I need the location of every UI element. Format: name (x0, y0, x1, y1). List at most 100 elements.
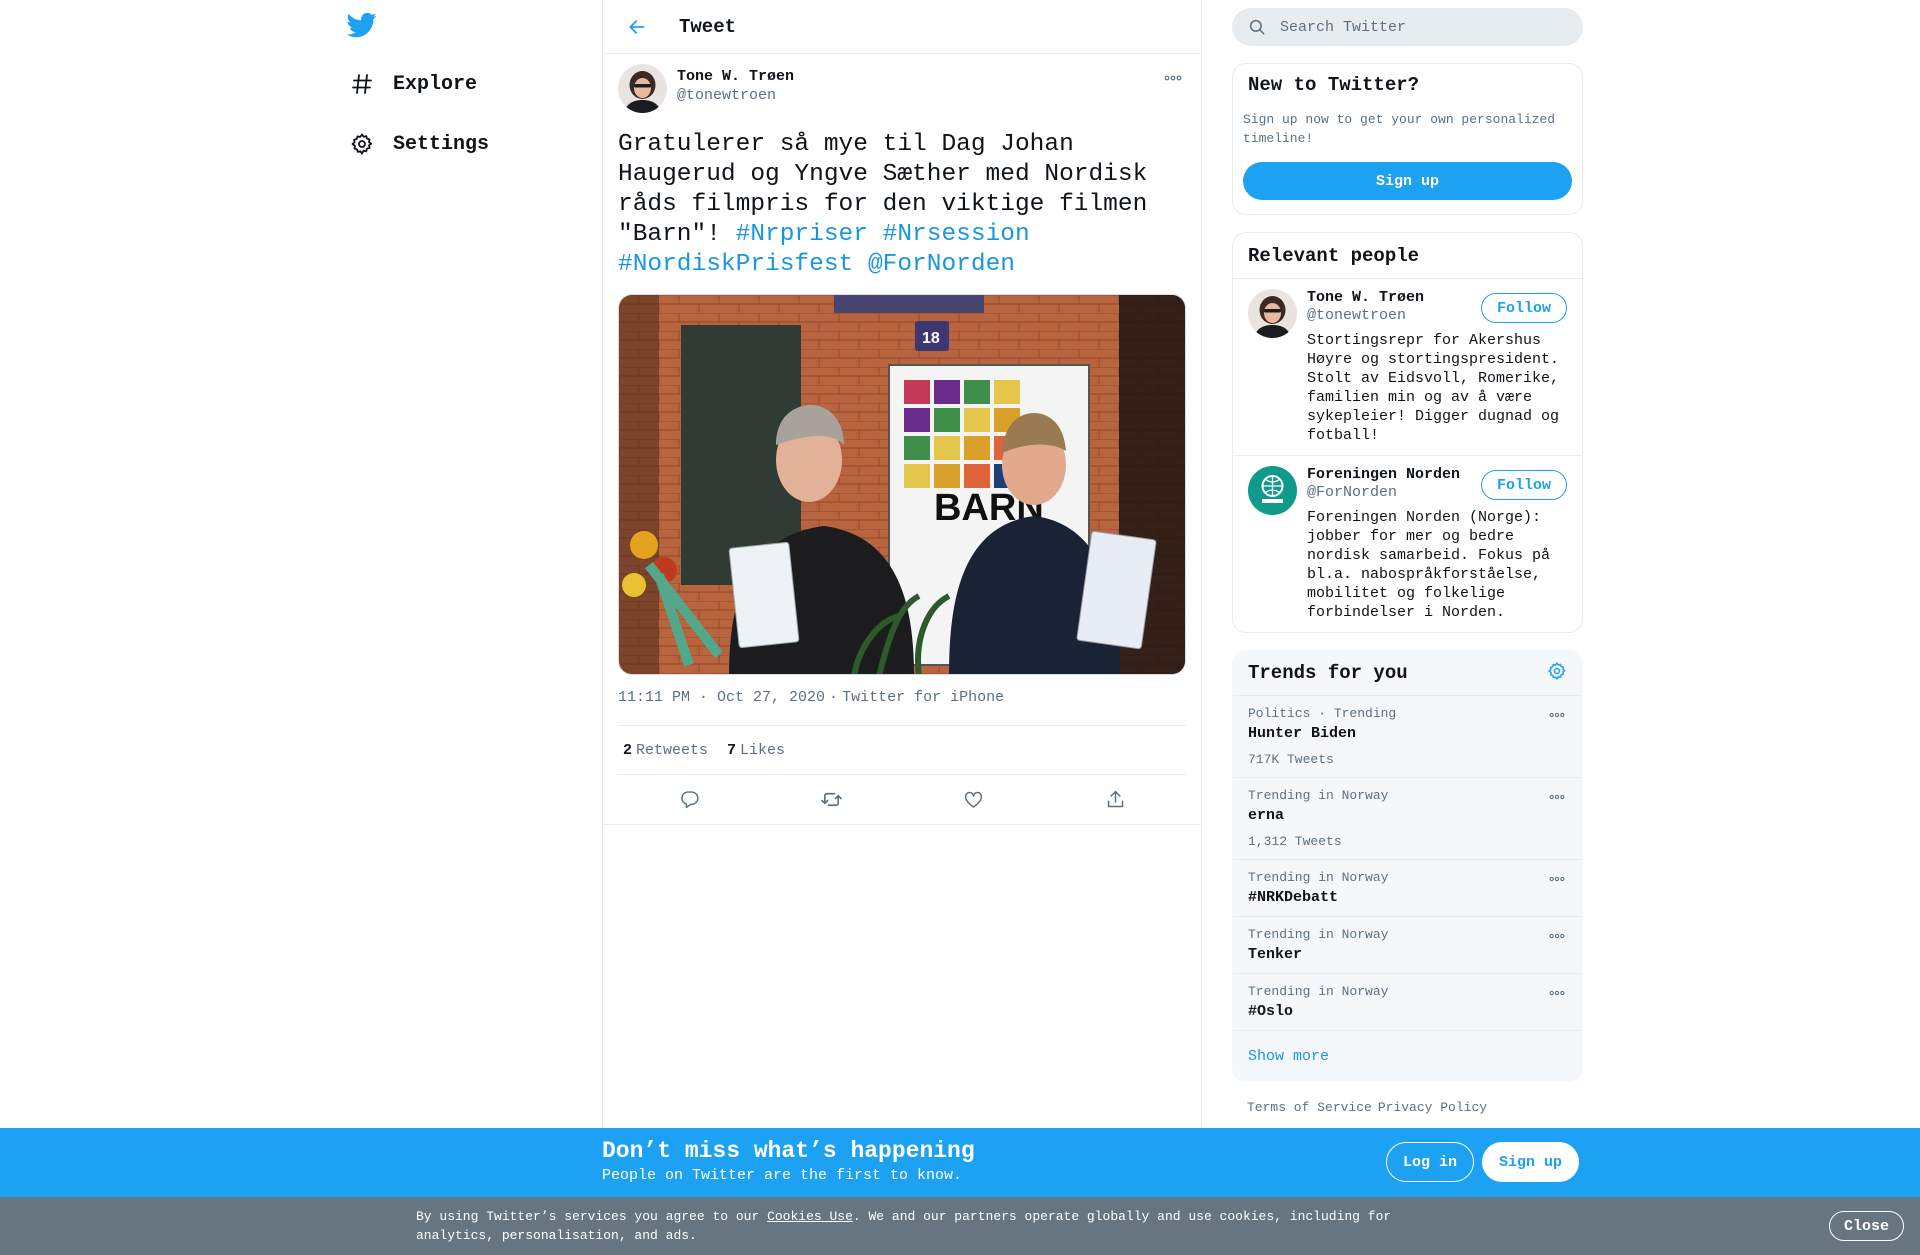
retweets-stat[interactable]: 2 Retweets (623, 742, 708, 759)
arrow-left-icon (629, 19, 645, 34)
search-box[interactable] (1232, 8, 1583, 46)
new-to-twitter-text: Sign up now to get your own personalized… (1243, 112, 1556, 146)
follow-button[interactable]: Follow (1480, 470, 1567, 500)
gear-icon[interactable] (1547, 661, 1567, 686)
house-number: 18 (922, 330, 940, 347)
gear-icon (347, 129, 377, 159)
trend-context: Trending in Norway (1248, 984, 1389, 999)
hashtag-link[interactable]: #NordiskPrisfest (618, 251, 853, 278)
trend-item[interactable]: Trending in Norway #NRKDebatt (1233, 860, 1582, 917)
hashtag-icon (347, 69, 377, 99)
search-input[interactable] (1280, 18, 1540, 36)
retweet-button[interactable] (814, 783, 848, 817)
like-icon (964, 791, 982, 808)
tweet-author: Tone W. Trøen @tonewtroen (618, 64, 1186, 116)
tweet-actions (603, 775, 1201, 825)
nav-settings[interactable]: Settings (347, 124, 489, 164)
cookie-close-button[interactable]: Close (1829, 1211, 1905, 1241)
signup-button[interactable]: Sign up (1243, 162, 1572, 200)
tweet-more-button[interactable] (1160, 68, 1186, 88)
more-dots-icon[interactable] (1547, 929, 1567, 943)
hashtag-link[interactable]: #Nrpriser (736, 221, 868, 248)
banner-signup-button[interactable]: Sign up (1482, 1142, 1580, 1182)
trend-count: 717K Tweets (1248, 752, 1334, 767)
mention-link[interactable]: @ForNorden (868, 251, 1015, 278)
tweet-source[interactable]: Twitter for iPhone (842, 689, 1004, 706)
privacy-link[interactable]: Privacy Policy (1378, 1100, 1487, 1115)
hashtag-link[interactable]: #Nrsession (883, 221, 1030, 248)
trend-name: Hunter Biden (1248, 725, 1357, 742)
cookie-text-before: By using Twitter’s services you agree to… (416, 1209, 768, 1224)
poster-tile (904, 436, 930, 460)
poster-tile (964, 464, 990, 488)
trend-context: Trending in Norway (1248, 870, 1389, 885)
trend-context: Trending in Norway (1248, 788, 1389, 803)
share-button[interactable] (1098, 783, 1132, 817)
trend-item[interactable]: Trending in Norway erna 1,312 Tweets (1233, 778, 1582, 860)
page: Explore Settings Tweet Tone W. Trøen @to… (0, 0, 1920, 1255)
relevant-person[interactable]: Foreningen Norden @ForNorden Foreningen … (1233, 456, 1582, 632)
poster-tile (904, 464, 930, 488)
person-avatar[interactable] (1248, 466, 1297, 515)
follow-button[interactable]: Follow (1480, 293, 1567, 323)
footer-links: Terms of Service Privacy Policy (1232, 1100, 1583, 1115)
trends-card: Trends for you Politics · Trending Hunte… (1232, 650, 1583, 1082)
person-bio: Stortingsrepr for Akershus Høyre og stor… (1307, 332, 1560, 444)
banner-subtitle: People on Twitter are the first to know. (602, 1167, 963, 1184)
trend-item[interactable]: Trending in Norway #Oslo (1233, 974, 1582, 1031)
author-handle[interactable]: @tonewtroen (677, 87, 794, 104)
terms-link[interactable]: Terms of Service (1247, 1100, 1372, 1115)
relevant-person[interactable]: Tone W. Trøen @tonewtroen Stortingsrepr … (1233, 279, 1582, 456)
trend-item[interactable]: Trending in Norway Tenker (1233, 917, 1582, 974)
relevant-people-card: Relevant people Tone W. Trøen @tonewtroe… (1232, 232, 1583, 633)
trends-title: Trends for you (1248, 662, 1408, 684)
more-dots-icon[interactable] (1547, 986, 1567, 1000)
banner-title: Don’t miss what’s happening (602, 1138, 975, 1164)
retweets-label: Retweets (636, 741, 709, 759)
author-avatar[interactable] (618, 64, 667, 113)
more-dots-icon (1164, 75, 1182, 81)
more-dots-icon[interactable] (1547, 790, 1567, 804)
poster-tile (934, 408, 960, 432)
share-icon (1107, 790, 1123, 808)
nav-explore[interactable]: Explore (347, 64, 477, 104)
person-avatar[interactable] (1248, 289, 1297, 338)
login-button[interactable]: Log in (1386, 1142, 1475, 1182)
author-meta: Tone W. Trøen @tonewtroen (677, 68, 794, 116)
twitter-bird-icon[interactable] (346, 10, 381, 44)
back-button[interactable] (623, 13, 651, 41)
trend-name: #NRKDebatt (1248, 889, 1339, 906)
right-sidebar: New to Twitter? Sign up now to get your … (1232, 0, 1583, 1115)
reply-icon (680, 791, 699, 809)
relevant-people-title: Relevant people (1248, 244, 1420, 267)
meta-separator: · (829, 689, 839, 706)
likes-count: 7 (727, 741, 737, 759)
relevant-people-header: Relevant people (1233, 233, 1582, 279)
poster-tile (904, 380, 930, 404)
poster-tile (934, 436, 960, 460)
more-dots-icon[interactable] (1547, 872, 1567, 886)
likes-stat[interactable]: 7 Likes (727, 742, 785, 759)
tweet-text: Gratulerer så mye til Dag Johan Haugerud… (618, 130, 1186, 280)
show-more-link[interactable]: Show more (1233, 1031, 1582, 1081)
tweet-time[interactable]: 11:11 PM · Oct 27, 2020 (618, 689, 825, 706)
nav-settings-label: Settings (393, 132, 490, 156)
new-to-twitter-title: New to Twitter? (1248, 74, 1420, 96)
poster-tile (934, 380, 960, 404)
tweet: Tone W. Trøen @tonewtroen Gratulerer så … (603, 54, 1201, 825)
main-column: Tweet Tone W. Trøen @tonewtroen Gratuler… (602, 0, 1202, 1255)
reply-button[interactable] (672, 783, 706, 817)
trend-context: Politics · Trending (1248, 706, 1397, 721)
main-header: Tweet (603, 0, 1201, 54)
author-name[interactable]: Tone W. Trøen (677, 68, 794, 85)
tweet-photo[interactable]: 18 BARN (618, 294, 1186, 675)
like-button[interactable] (956, 783, 990, 817)
cookie-bar: By using Twitter’s services you agree to… (0, 1197, 1920, 1255)
cookies-use-link[interactable]: Cookies Use (767, 1209, 853, 1224)
search-icon (1249, 19, 1265, 35)
more-dots-icon[interactable] (1547, 708, 1567, 722)
trend-name: #Oslo (1248, 1003, 1294, 1020)
page-title: Tweet (679, 15, 737, 38)
trend-item[interactable]: Politics · Trending Hunter Biden 717K Tw… (1233, 696, 1582, 778)
tweet-timestamp-line: 11:11 PM · Oct 27, 2020 · Twitter for iPho… (618, 689, 1186, 713)
